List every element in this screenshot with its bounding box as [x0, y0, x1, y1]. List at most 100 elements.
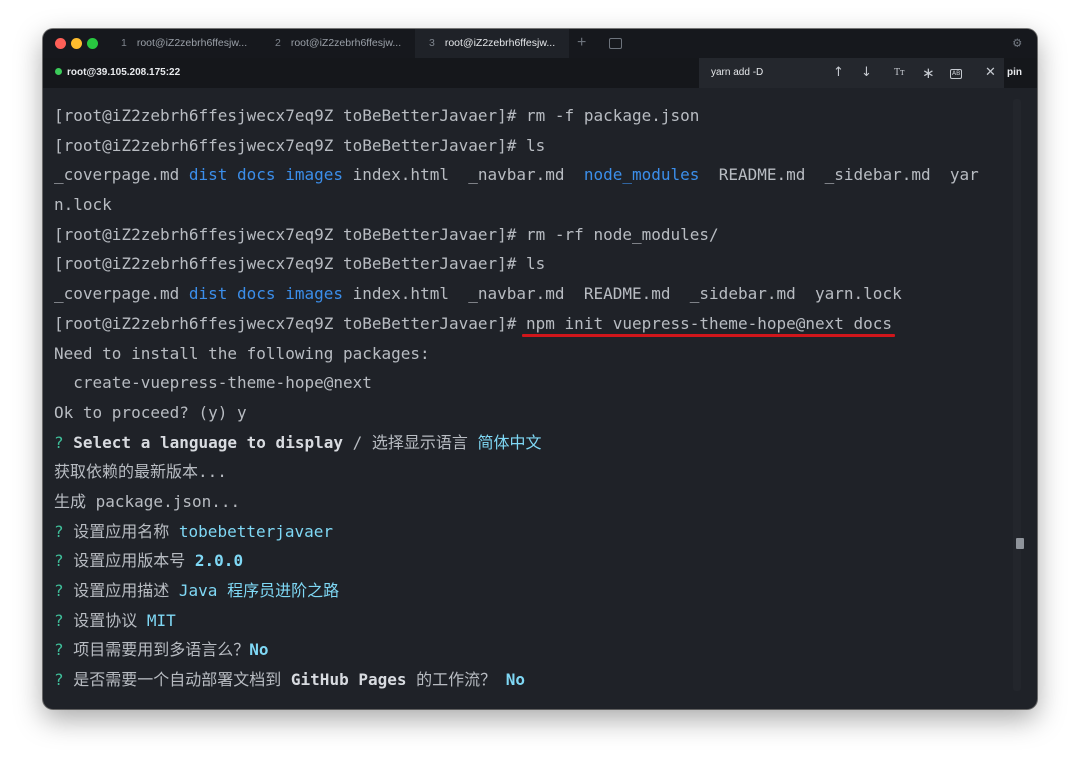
question-text: 设置应用名称: [73, 521, 179, 541]
match-case-icon[interactable]: Tт: [894, 58, 904, 88]
terminal-output[interactable]: [root@iZ2zebrh6ffesjwecx7eq9Z toBeBetter…: [54, 101, 1020, 695]
file-name: _coverpage.md: [54, 165, 189, 185]
command-highlight-underline: [522, 334, 895, 337]
file-name: n.lock: [54, 195, 112, 215]
find-previous-icon[interactable]: ↑: [833, 58, 844, 88]
title-bar: 1 root@iZ2zebrh6ffesjw... 2 root@iZ2zebrh6…: [43, 29, 1037, 58]
session-label: root@39.105.208.175:22: [55, 58, 180, 88]
answer: 程序员进阶之路: [217, 581, 340, 600]
whole-word-icon[interactable]: AB: [950, 69, 963, 79]
tab-overview-icon[interactable]: [609, 38, 622, 49]
terminal-line: ? 设置应用版本号 2.0.0: [54, 546, 1020, 576]
question-mark: ?: [54, 551, 74, 571]
directory-name: docs: [237, 165, 276, 185]
file-name: _coverpage.md: [54, 284, 189, 304]
prompt: [root@iZ2zebrh6ffesjwecx7eq9Z toBeBetter…: [54, 106, 527, 125]
tab-1[interactable]: 1 root@iZ2zebrh6ffesjw...: [107, 29, 257, 58]
command: ls: [526, 135, 546, 155]
command: ls: [526, 254, 546, 274]
answer: 2.0.0: [194, 551, 244, 571]
output-text: 生成 package.json...: [54, 491, 241, 511]
prompt: [root@iZ2zebrh6ffesjwecx7eq9Z toBeBetter…: [54, 254, 527, 274]
directory-name: dist: [188, 165, 228, 185]
new-tab-button[interactable]: +: [577, 29, 586, 58]
output-text: create-vuepress-theme-hope@next: [54, 373, 372, 393]
prompt: [root@iZ2zebrh6ffesjwecx7eq9Z toBeBetter…: [54, 224, 527, 244]
tab-number: 3: [429, 37, 435, 49]
find-input[interactable]: yarn add -D: [711, 58, 763, 88]
directory-name: images: [285, 284, 343, 304]
close-find-icon[interactable]: ✕: [985, 58, 996, 88]
regex-icon[interactable]: ∗: [922, 58, 935, 88]
tab-number: 1: [121, 37, 127, 49]
connection-status-icon: [55, 67, 62, 75]
pin-button[interactable]: pin: [1007, 58, 1022, 88]
tab-2[interactable]: 2 root@iZ2zebrh6ffesjw...: [261, 29, 411, 58]
terminal-line: Ok to proceed? (y) y: [54, 398, 1020, 428]
output-text: Need to install the following packages:: [54, 343, 430, 363]
terminal-line: ? Select a language to display / 选择显示语言 …: [54, 428, 1020, 458]
question-text: 项目需要用到多语言么？: [73, 640, 250, 660]
minimize-window-button[interactable]: [71, 38, 82, 49]
question-text: 是否需要一个自动部署文档到: [73, 670, 291, 690]
terminal-line: ? 设置协议 MIT: [54, 606, 1020, 636]
terminal-line: ? 项目需要用到多语言么？No: [54, 635, 1020, 665]
scrollbar-thumb[interactable]: [1016, 538, 1024, 549]
output-text: Ok to proceed? (y) y: [54, 402, 247, 422]
directory-name: docs: [237, 284, 276, 304]
terminal-line: [root@iZ2zebrh6ffesjwecx7eq9Z toBeBetter…: [54, 101, 1020, 131]
terminal-line: 生成 package.json...: [54, 487, 1020, 517]
answer: tobebetterjavaer: [178, 521, 334, 541]
terminal-line: ? 是否需要一个自动部署文档到 GitHub Pages 的工作流？ No: [54, 665, 1020, 695]
question-mark: ?: [54, 581, 74, 600]
scrollbar-track[interactable]: [1013, 99, 1021, 691]
terminal-line: [root@iZ2zebrh6ffesjwecx7eq9Z toBeBetter…: [54, 131, 1020, 161]
terminal-line: create-vuepress-theme-hope@next: [54, 368, 1020, 398]
directory-name: node_modules: [583, 165, 700, 185]
answer: Java: [178, 581, 218, 600]
terminal-line: _coverpage.md dist docs images index.htm…: [54, 279, 1020, 309]
question-text: 的工作流？: [406, 670, 506, 690]
question-text: 设置应用描述: [73, 581, 179, 600]
prompt: [root@iZ2zebrh6ffesjwecx7eq9Z toBeBetter…: [54, 313, 527, 333]
command: rm -f package.json: [526, 106, 700, 125]
find-bar: yarn add -D ↑ ↓ Tт ∗ AB ✕: [699, 58, 1004, 88]
find-next-icon[interactable]: ↓: [861, 58, 872, 88]
terminal-line: [root@iZ2zebrh6ffesjwecx7eq9Z toBeBetter…: [54, 249, 1020, 279]
answer: 简体中文: [477, 432, 542, 452]
question-mark: ?: [54, 610, 74, 630]
file-name: README.md _sidebar.md yar: [699, 165, 979, 185]
question-text: 设置应用版本号: [73, 551, 195, 571]
question-mark: ?: [54, 521, 74, 541]
question-text: Select a language to display: [73, 432, 343, 452]
session-host: root@39.105.208.175:22: [67, 67, 181, 78]
zoom-window-button[interactable]: [87, 38, 98, 49]
terminal-line: Need to install the following packages:: [54, 339, 1020, 369]
prompt: [root@iZ2zebrh6ffesjwecx7eq9Z toBeBetter…: [54, 135, 527, 155]
tab-3[interactable]: 3 root@iZ2zebrh6ffesjw...: [415, 29, 569, 58]
gear-icon[interactable]: ⚙: [1013, 29, 1021, 58]
answer: MIT: [146, 610, 176, 630]
terminal-line: ? 设置应用名称 tobebetterjavaer: [54, 517, 1020, 547]
question-text: GitHub Pages: [290, 670, 407, 690]
tab-title: root@iZ2zebrh6ffesjw...: [290, 37, 402, 49]
file-name: index.html _navbar.md README.md _sidebar…: [343, 284, 902, 304]
file-name: index.html _navbar.md: [343, 165, 584, 185]
answer: No: [505, 670, 526, 690]
close-window-button[interactable]: [55, 38, 66, 49]
question-mark: ?: [54, 670, 74, 690]
tab-number: 2: [275, 37, 281, 49]
command: rm -rf node_modules/: [526, 224, 719, 244]
directory-name: images: [285, 165, 343, 185]
directory-name: dist: [188, 284, 228, 304]
tab-title: root@iZ2zebrh6ffesjw...: [444, 37, 556, 49]
terminal-window: 1 root@iZ2zebrh6ffesjw... 2 root@iZ2zebrh6…: [43, 29, 1037, 709]
answer: No: [249, 640, 269, 660]
output-text: 获取依赖的最新版本...: [54, 462, 227, 482]
terminal-line: [root@iZ2zebrh6ffesjwecx7eq9Z toBeBetter…: [54, 220, 1020, 250]
terminal-line: 获取依赖的最新版本...: [54, 457, 1020, 487]
